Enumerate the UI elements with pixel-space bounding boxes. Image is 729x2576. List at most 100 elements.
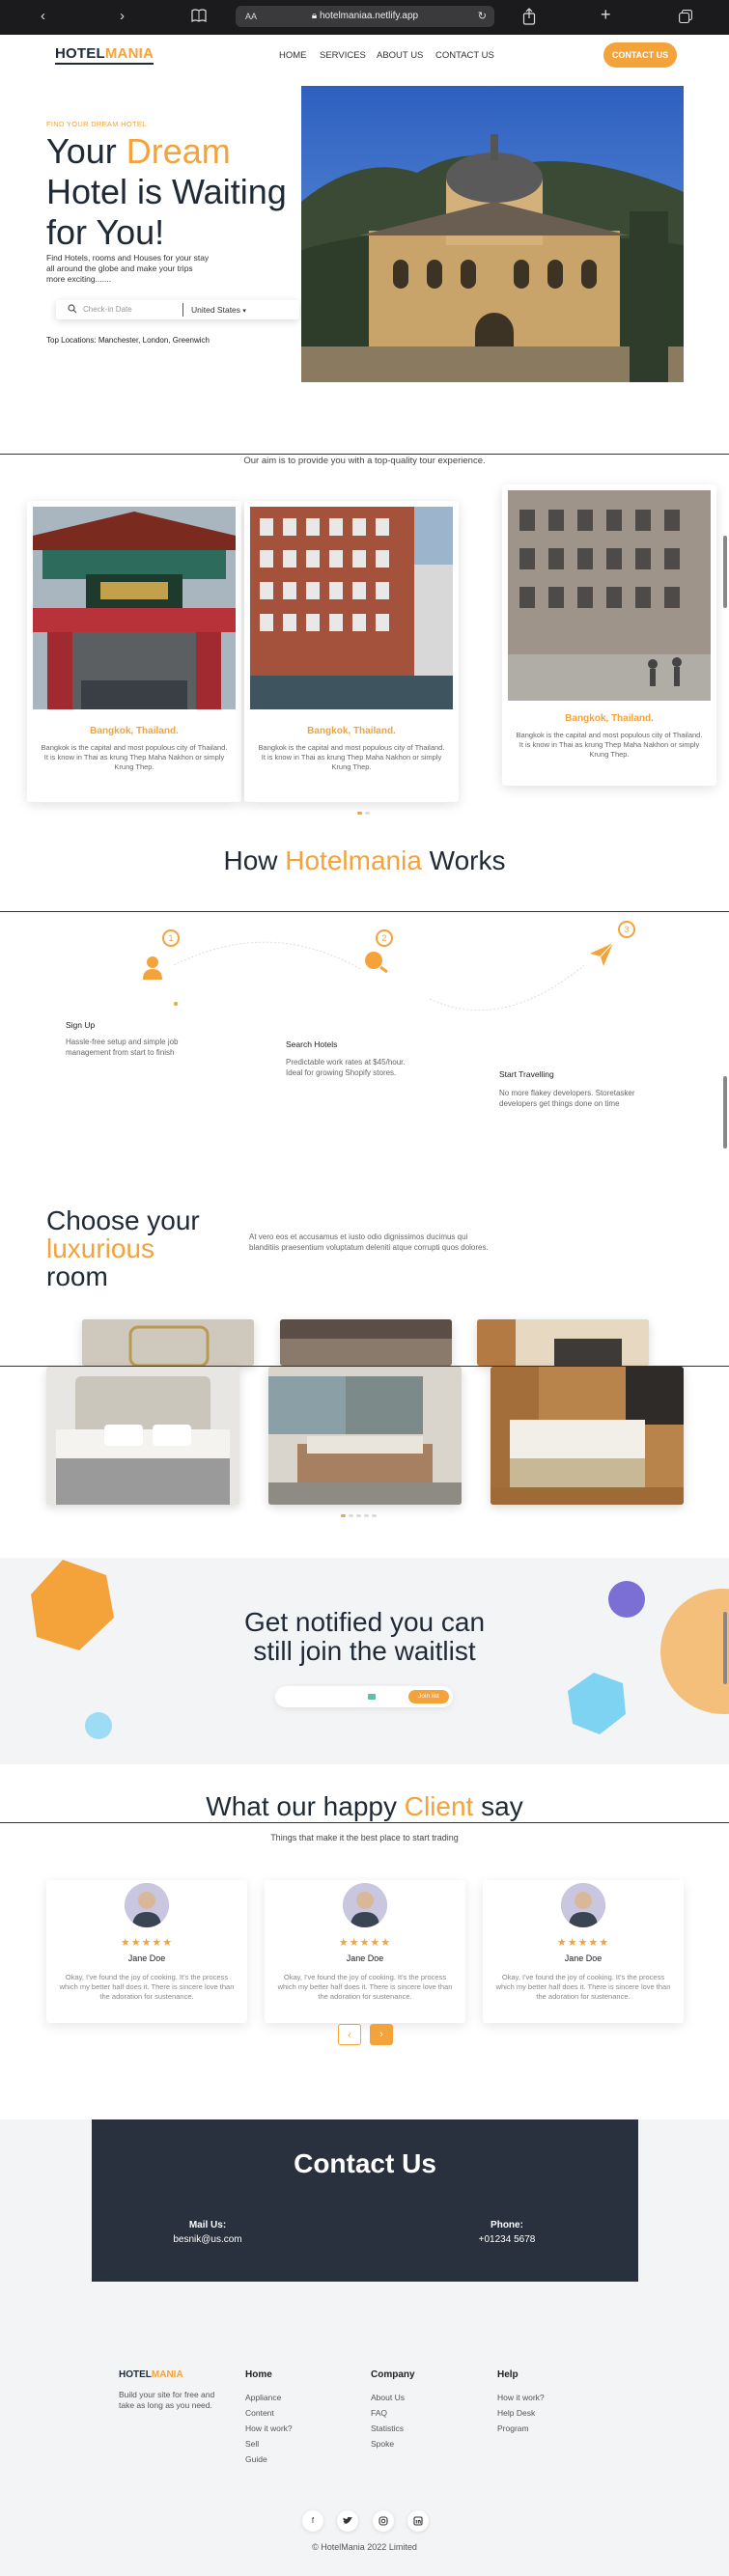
tabs-icon[interactable] bbox=[679, 10, 692, 23]
new-tab-icon[interactable]: + bbox=[601, 5, 611, 25]
browser-toolbar: ‹ › AA 🔒︎ hotelmaniaa.netlify.app ↻ + bbox=[0, 0, 729, 35]
mail-value[interactable]: besnik@us.com bbox=[159, 2234, 256, 2245]
hero-title-part: Hotel is Waiting for You! bbox=[46, 172, 287, 252]
footer-link[interactable]: Spoke bbox=[371, 2439, 394, 2449]
footer-logo[interactable]: HOTELMANIA bbox=[119, 2369, 183, 2380]
section-divider bbox=[0, 454, 729, 455]
nav-about-us[interactable]: ABOUT US bbox=[377, 50, 423, 61]
logo-text-hotel: HOTEL bbox=[119, 2369, 152, 2380]
step-number: 1 bbox=[162, 929, 180, 947]
testimonial-text: Okay, I've found the joy of cooking. It'… bbox=[495, 1973, 671, 2001]
testimonial-card: ★★★★★ Jane Doe Okay, I've found the joy … bbox=[265, 1880, 465, 2023]
avatar bbox=[561, 1883, 605, 1927]
title-part: How bbox=[223, 845, 286, 875]
carousel-dot[interactable] bbox=[365, 812, 370, 815]
footer-link[interactable]: Statistics bbox=[371, 2424, 404, 2433]
room-image-preview[interactable] bbox=[82, 1319, 254, 1366]
check-in-date-input[interactable]: Check-in Date bbox=[83, 305, 132, 314]
twitter-icon[interactable] bbox=[337, 2510, 358, 2532]
site-logo[interactable]: HOTELMANIA bbox=[55, 45, 154, 65]
luxury-title: Choose your luxurious room bbox=[46, 1206, 259, 1290]
destination-card[interactable]: Bangkok, Thailand. Bangkok is the capita… bbox=[244, 501, 459, 802]
carousel-dot[interactable] bbox=[341, 1514, 346, 1517]
hero-title-highlight: Dream bbox=[126, 131, 231, 171]
footer-link[interactable]: Content bbox=[245, 2408, 274, 2418]
mail-icon bbox=[368, 1694, 376, 1700]
hero-description: Find Hotels, rooms and Houses for your s… bbox=[46, 253, 210, 284]
waitlist-email-input[interactable]: Join list bbox=[275, 1686, 453, 1707]
footer-link[interactable]: Appliance bbox=[245, 2393, 281, 2402]
rating-stars: ★★★★★ bbox=[338, 1937, 392, 1949]
country-select[interactable]: United States ▾ bbox=[191, 305, 246, 315]
share-icon[interactable] bbox=[522, 8, 536, 25]
title-part: room bbox=[46, 1261, 108, 1291]
footer-link[interactable]: Help Desk bbox=[497, 2408, 535, 2418]
carousel-dot[interactable] bbox=[372, 1514, 377, 1517]
how-it-works-title: How Hotelmania Works bbox=[0, 845, 729, 876]
decor-hexagon-blue bbox=[568, 1673, 626, 1734]
footer-link[interactable]: Sell bbox=[245, 2439, 259, 2449]
rating-stars: ★★★★★ bbox=[120, 1937, 174, 1949]
divider bbox=[182, 303, 183, 317]
waitlist-title-text: Get notified you can still join the wait… bbox=[243, 1607, 486, 1666]
reload-icon[interactable]: ↻ bbox=[478, 6, 487, 27]
carousel-dot[interactable] bbox=[349, 1514, 353, 1517]
instagram-icon[interactable] bbox=[373, 2510, 394, 2532]
mail-label: Mail Us: bbox=[188, 2220, 227, 2230]
step-description: No more flakey developers. Storetasker d… bbox=[499, 1089, 635, 1108]
footer-link[interactable]: Program bbox=[497, 2424, 529, 2433]
aim-statement: Our aim is to provide you with a top-qua… bbox=[243, 456, 486, 466]
footer-link[interactable]: How it work? bbox=[245, 2424, 293, 2433]
carousel-dot[interactable] bbox=[357, 812, 362, 815]
step-number: 2 bbox=[376, 929, 393, 947]
phone-value[interactable]: +01234 5678 bbox=[459, 2234, 555, 2245]
text-size-button[interactable]: AA bbox=[245, 6, 257, 27]
room-image-card[interactable] bbox=[46, 1367, 239, 1505]
destination-image-brick-building bbox=[250, 507, 453, 709]
destination-description: Bangkok is the capital and most populous… bbox=[516, 731, 703, 759]
testimonial-name: Jane Doe bbox=[346, 1953, 384, 1963]
room-image-preview[interactable] bbox=[477, 1319, 649, 1366]
linkedin-icon[interactable] bbox=[407, 2510, 429, 2532]
next-button[interactable]: › bbox=[370, 2024, 393, 2045]
waitlist-title: Get notified you can still join the wait… bbox=[0, 1608, 729, 1666]
destination-card[interactable]: Bangkok, Thailand. Bangkok is the capita… bbox=[502, 485, 716, 786]
bookmarks-icon[interactable] bbox=[191, 9, 207, 22]
contact-title: Contact Us bbox=[294, 2148, 436, 2178]
logo-text-mania: MANIA bbox=[104, 45, 154, 62]
hotel-search-bar: Check-in Date United States ▾ bbox=[56, 300, 299, 319]
step-title: Search Hotels bbox=[286, 1039, 338, 1049]
avatar bbox=[343, 1883, 387, 1927]
room-image-card[interactable] bbox=[268, 1367, 462, 1505]
room-image-card[interactable] bbox=[491, 1367, 684, 1505]
title-highlight: Client bbox=[404, 1791, 474, 1821]
carousel-dots bbox=[341, 1514, 377, 1517]
facebook-icon[interactable]: f bbox=[302, 2510, 323, 2532]
forward-icon[interactable]: › bbox=[120, 8, 125, 24]
back-icon[interactable]: ‹ bbox=[41, 8, 45, 24]
carousel-dot[interactable] bbox=[364, 1514, 369, 1517]
contact-section: Contact Us Mail Us: besnik@us.com Phone:… bbox=[92, 2119, 638, 2282]
url-text: hotelmaniaa.netlify.app bbox=[320, 11, 419, 21]
title-part: What our happy bbox=[206, 1791, 405, 1821]
top-locations: Top Locations: Manchester, London, Green… bbox=[46, 336, 210, 345]
room-image-preview[interactable] bbox=[280, 1319, 452, 1366]
contact-us-button[interactable]: CONTACT US bbox=[603, 42, 677, 68]
scrollbar-thumb[interactable] bbox=[723, 536, 727, 608]
scrollbar-thumb[interactable] bbox=[723, 1076, 727, 1149]
hero-title: Your Dream Hotel is Waiting for You! bbox=[46, 131, 317, 253]
nav-services[interactable]: SERVICES bbox=[320, 50, 366, 61]
footer-link[interactable]: How it work? bbox=[497, 2393, 545, 2402]
chevron-down-icon: ▾ bbox=[242, 308, 246, 315]
footer-link[interactable]: About Us bbox=[371, 2393, 405, 2402]
nav-contact-us[interactable]: CONTACT US bbox=[435, 50, 494, 61]
destination-card[interactable]: Bangkok, Thailand. Bangkok is the capita… bbox=[27, 501, 241, 802]
nav-home[interactable]: HOME bbox=[279, 50, 307, 61]
footer-link[interactable]: Guide bbox=[245, 2454, 267, 2464]
scrollbar-thumb[interactable] bbox=[723, 1612, 727, 1684]
prev-button[interactable]: ‹ bbox=[338, 2024, 361, 2045]
join-list-button[interactable]: Join list bbox=[408, 1690, 449, 1703]
address-bar[interactable]: AA 🔒︎ hotelmaniaa.netlify.app ↻ bbox=[236, 6, 494, 27]
carousel-dot[interactable] bbox=[356, 1514, 361, 1517]
footer-link[interactable]: FAQ bbox=[371, 2408, 387, 2418]
